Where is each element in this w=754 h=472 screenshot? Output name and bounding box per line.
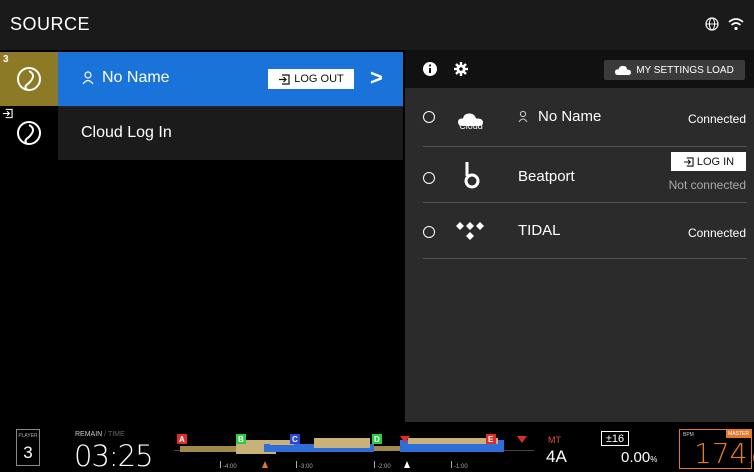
rekordbox-cloud-logo [17, 121, 41, 145]
svg-text:A: A [179, 435, 185, 444]
remain-time-label: REMAIN / TIME [75, 431, 125, 438]
bpm-dec: .0 [747, 451, 754, 467]
player-indicator: PLAYER 3 [16, 429, 40, 466]
source-list: 3 No Name LOG OUT > Cloud Log In [0, 50, 403, 422]
svg-text:B: B [238, 435, 244, 444]
divider [423, 258, 747, 259]
service-name: TIDAL [518, 222, 561, 239]
time-tick [451, 461, 452, 468]
bpm-label: BPM [683, 432, 694, 438]
logout-button[interactable]: LOG OUT [268, 69, 354, 89]
time-tick [374, 461, 375, 468]
time-tick [296, 461, 297, 468]
divider [423, 146, 747, 147]
my-settings-load-button[interactable]: MY SETTINGS LOAD [604, 60, 745, 80]
slot-indicator [0, 106, 58, 160]
cloud-login-label: Cloud Log In [81, 124, 172, 141]
source-row-no-name[interactable]: 3 No Name LOG OUT > [0, 52, 403, 106]
cue-marker-d[interactable]: D [372, 434, 382, 444]
service-row-beatport[interactable]: Beatport LOG IN Not connected [405, 148, 754, 204]
slot-indicator: 3 [0, 52, 58, 106]
header-bar: SOURCE [0, 0, 754, 50]
tidal-icon [456, 222, 484, 240]
cue-marker-e[interactable]: E [486, 434, 496, 444]
bpm-display[interactable]: BPM MASTER 174.0 [679, 429, 754, 470]
user-cell[interactable]: No Name LOG OUT > [58, 52, 403, 106]
user-name: No Name [102, 69, 170, 86]
pitch-value: 0.00 [621, 449, 651, 466]
service-row-tidal[interactable]: TIDAL Connected [405, 204, 754, 260]
svg-text:C: C [292, 435, 298, 444]
svg-text:E: E [488, 435, 494, 444]
pitch-unit: % [650, 455, 658, 464]
cloud-caption: Cloud [459, 121, 483, 131]
service-status: Not connected [668, 178, 746, 192]
pitch-range-badge[interactable]: ±16 [601, 431, 629, 446]
gear-icon[interactable] [453, 61, 469, 77]
globe-icon[interactable] [705, 17, 719, 31]
memory-cue-marker [517, 436, 527, 443]
time-mark: -4:00 [223, 464, 237, 470]
svg-text:D: D [374, 435, 380, 444]
chevron-right-icon[interactable]: > [370, 65, 383, 91]
cue-marker-a[interactable]: A [177, 434, 187, 444]
pitch-display: 0.00% [621, 449, 657, 466]
my-settings-label: MY SETTINGS LOAD [636, 64, 734, 76]
player-label: PLAYER [18, 433, 38, 439]
time-mark: -2:00 [377, 464, 391, 470]
cue-marker-c[interactable]: C [290, 434, 300, 444]
service-name: Beatport [518, 168, 575, 185]
service-radio[interactable] [423, 111, 435, 123]
time-display: 03:25 [74, 439, 154, 472]
bpm-int: 174 [694, 437, 748, 470]
waveform-overview[interactable]: A B C D E -4:00 -3:00 -2:00 -1:00 [174, 424, 534, 470]
logout-label: LOG OUT [294, 73, 344, 85]
cloud-icon [615, 65, 632, 75]
login-arrow-icon [279, 73, 290, 85]
page-title: SOURCE [10, 14, 91, 34]
divider [423, 202, 747, 203]
service-panel: MY SETTINGS LOAD Cloud No Name Connected… [405, 50, 754, 422]
service-status: Connected [687, 226, 746, 240]
master-tempo-label[interactable]: MT [548, 435, 561, 445]
time-mark: -3:00 [299, 464, 313, 470]
time-label: TIME [107, 431, 125, 438]
login-arrow-icon [2, 108, 13, 119]
service-row-cloud[interactable]: Cloud No Name Connected [405, 90, 754, 146]
service-status: Connected [687, 112, 746, 126]
waveform-bars [180, 438, 504, 454]
time-tick [220, 461, 221, 468]
person-icon [82, 71, 94, 85]
info-icon[interactable] [422, 61, 438, 77]
player-number: 3 [23, 443, 33, 462]
time-mark: -1:00 [454, 464, 468, 470]
source-row-cloud-login[interactable]: Cloud Log In [0, 106, 403, 160]
key-display: 4A [546, 447, 567, 466]
login-button[interactable]: LOG IN [671, 152, 746, 171]
service-name: No Name [538, 108, 602, 125]
cue-marker-b[interactable]: B [236, 434, 246, 444]
service-radio[interactable] [423, 226, 435, 238]
wifi-icon[interactable] [728, 17, 744, 31]
cloud-login-cell[interactable]: Cloud Log In [58, 106, 403, 160]
panel-toolbar: MY SETTINGS LOAD [405, 50, 754, 88]
login-arrow-icon [683, 156, 694, 167]
beatport-icon [464, 162, 480, 189]
person-icon [518, 110, 528, 123]
rekordbox-cloud-logo [17, 67, 41, 91]
cue-point-marker [262, 461, 268, 468]
login-label: LOG IN [696, 155, 735, 168]
bpm-value: 174.0 [694, 437, 754, 470]
playhead-marker [404, 461, 410, 468]
player-badge: 3 [3, 54, 9, 65]
service-radio[interactable] [423, 172, 435, 184]
deck-status-bar: PLAYER 3 REMAIN / TIME 03:25 A B C D E -… [0, 422, 754, 472]
remain-label: REMAIN [75, 431, 103, 438]
